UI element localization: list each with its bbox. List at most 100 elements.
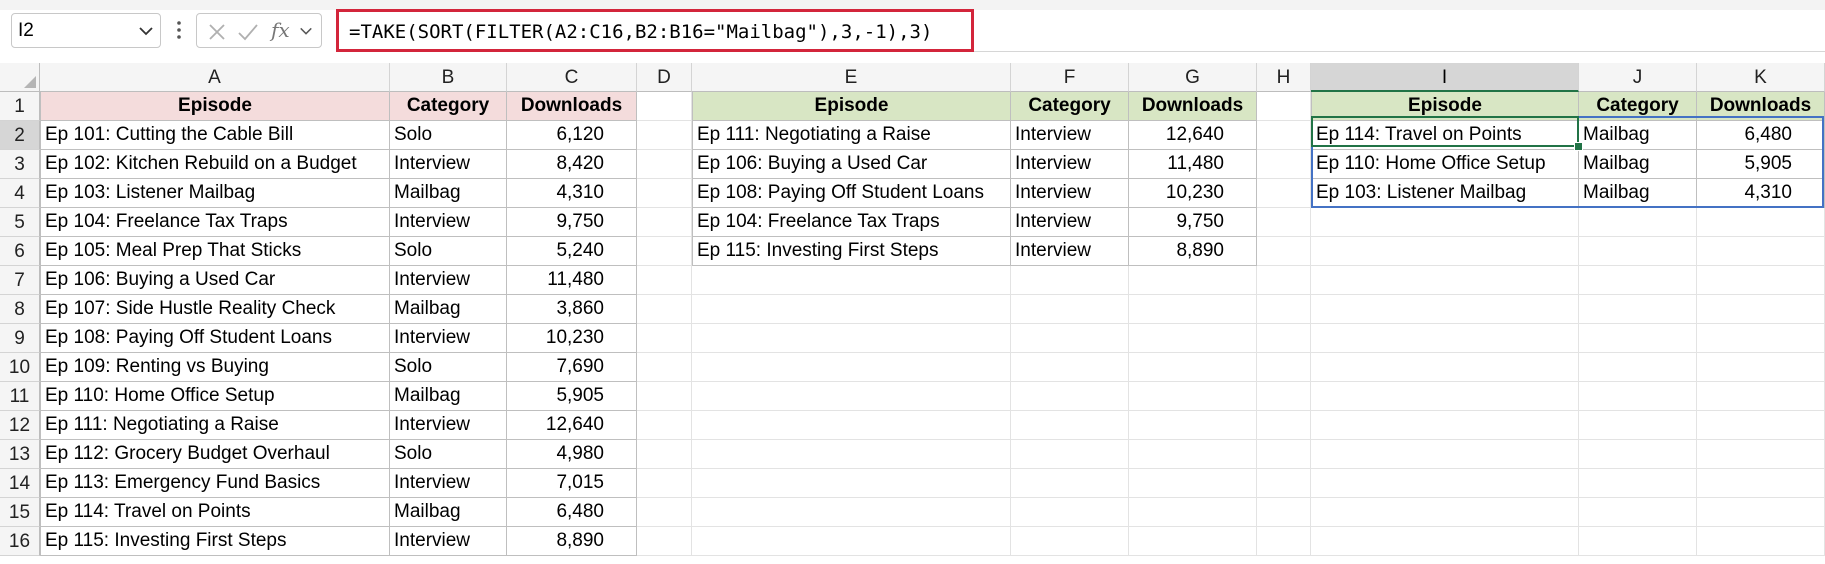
empty-cell[interactable]	[1311, 411, 1579, 440]
table-cell[interactable]: 11,480	[1129, 150, 1257, 179]
empty-cell[interactable]	[692, 440, 1011, 469]
name-box[interactable]: I2	[11, 13, 161, 48]
table-cell[interactable]: Interview	[390, 411, 507, 440]
empty-cell[interactable]	[1697, 295, 1825, 324]
table-cell[interactable]: Mailbag	[390, 179, 507, 208]
empty-cell[interactable]	[1011, 324, 1129, 353]
empty-cell[interactable]	[1311, 237, 1579, 266]
column-header-b[interactable]: B	[390, 63, 507, 92]
empty-cell[interactable]	[1697, 498, 1825, 527]
empty-cell[interactable]	[1011, 527, 1129, 556]
table-cell[interactable]: 10,230	[507, 324, 637, 353]
table-cell[interactable]: Solo	[390, 121, 507, 150]
empty-cell[interactable]	[637, 440, 692, 469]
table-cell[interactable]: Interview	[1011, 150, 1129, 179]
select-all-button[interactable]	[0, 63, 40, 92]
empty-cell[interactable]	[1697, 237, 1825, 266]
table-cell[interactable]: Ep 104: Freelance Tax Traps	[40, 208, 390, 237]
empty-cell[interactable]	[692, 295, 1011, 324]
empty-cell[interactable]	[1697, 353, 1825, 382]
table-cell[interactable]: 12,640	[1129, 121, 1257, 150]
table-header-category[interactable]: Category	[1011, 92, 1129, 121]
empty-cell[interactable]	[1011, 353, 1129, 382]
column-header-f[interactable]: F	[1011, 63, 1129, 92]
formula-input[interactable]: =TAKE(SORT(FILTER(A2:C16,B2:B16="Mailbag…	[336, 9, 974, 52]
empty-cell[interactable]	[1011, 382, 1129, 411]
table-cell[interactable]: 9,750	[1129, 208, 1257, 237]
empty-cell[interactable]	[1311, 208, 1579, 237]
table-cell[interactable]: Mailbag	[390, 295, 507, 324]
table-cell[interactable]: Interview	[390, 266, 507, 295]
row-header-3[interactable]: 3	[0, 150, 40, 179]
table-cell[interactable]: 11,480	[507, 266, 637, 295]
table-cell[interactable]: Interview	[390, 208, 507, 237]
row-header-6[interactable]: 6	[0, 237, 40, 266]
table-cell[interactable]: Ep 115: Investing First Steps	[40, 527, 390, 556]
table-cell[interactable]: Interview	[1011, 121, 1129, 150]
table-cell[interactable]: 6,120	[507, 121, 637, 150]
table-cell[interactable]: Mailbag	[390, 498, 507, 527]
row-header-16[interactable]: 16	[0, 527, 40, 556]
empty-cell[interactable]	[637, 266, 692, 295]
empty-cell[interactable]	[1697, 382, 1825, 411]
empty-cell[interactable]	[1579, 237, 1697, 266]
insert-function-icon[interactable]: fx	[271, 18, 290, 42]
empty-cell[interactable]	[1697, 469, 1825, 498]
empty-cell[interactable]	[1011, 440, 1129, 469]
row-header-1[interactable]: 1	[0, 92, 40, 121]
empty-cell[interactable]	[637, 179, 692, 208]
table-cell[interactable]: Ep 108: Paying Off Student Loans	[692, 179, 1011, 208]
row-header-7[interactable]: 7	[0, 266, 40, 295]
more-options-icon[interactable]	[176, 18, 182, 42]
empty-cell[interactable]	[1011, 498, 1129, 527]
empty-cell[interactable]	[1579, 266, 1697, 295]
row-header-5[interactable]: 5	[0, 208, 40, 237]
empty-cell[interactable]	[1579, 498, 1697, 527]
table-cell[interactable]: 12,640	[507, 411, 637, 440]
table-cell[interactable]: Interview	[390, 324, 507, 353]
empty-cell[interactable]	[1129, 469, 1257, 498]
table-cell[interactable]: Solo	[390, 353, 507, 382]
table-cell[interactable]: Mailbag	[390, 382, 507, 411]
empty-cell[interactable]	[637, 121, 692, 150]
table-header-downloads[interactable]: Downloads	[1129, 92, 1257, 121]
table-cell[interactable]: Interview	[1011, 208, 1129, 237]
table-cell[interactable]: Ep 109: Renting vs Buying	[40, 353, 390, 382]
empty-cell[interactable]	[1129, 498, 1257, 527]
empty-cell[interactable]	[692, 353, 1011, 382]
table-cell[interactable]: Ep 108: Paying Off Student Loans	[40, 324, 390, 353]
table-cell[interactable]: 6,480	[507, 498, 637, 527]
empty-cell[interactable]	[692, 411, 1011, 440]
table-cell[interactable]: Ep 111: Negotiating a Raise	[40, 411, 390, 440]
empty-cell[interactable]	[637, 411, 692, 440]
row-header-11[interactable]: 11	[0, 382, 40, 411]
row-header-2[interactable]: 2	[0, 121, 40, 150]
table-cell[interactable]: 5,905	[507, 382, 637, 411]
empty-cell[interactable]	[1697, 208, 1825, 237]
empty-cell[interactable]	[1129, 527, 1257, 556]
empty-cell[interactable]	[1257, 411, 1311, 440]
row-header-4[interactable]: 4	[0, 179, 40, 208]
column-header-a[interactable]: A	[40, 63, 390, 92]
enter-check-icon[interactable]	[237, 22, 259, 42]
empty-cell[interactable]	[1579, 527, 1697, 556]
empty-cell[interactable]	[1257, 353, 1311, 382]
empty-cell[interactable]	[1311, 353, 1579, 382]
empty-cell[interactable]	[1257, 237, 1311, 266]
table-cell[interactable]: Ep 115: Investing First Steps	[692, 237, 1011, 266]
empty-cell[interactable]	[1311, 295, 1579, 324]
empty-cell[interactable]	[1579, 469, 1697, 498]
table-cell[interactable]: 7,690	[507, 353, 637, 382]
empty-cell[interactable]	[1311, 382, 1579, 411]
table-cell[interactable]: Ep 112: Grocery Budget Overhaul	[40, 440, 390, 469]
empty-cell[interactable]	[692, 382, 1011, 411]
table-cell[interactable]: Ep 103: Listener Mailbag	[40, 179, 390, 208]
empty-cell[interactable]	[1697, 440, 1825, 469]
row-header-15[interactable]: 15	[0, 498, 40, 527]
table-cell[interactable]: Solo	[390, 440, 507, 469]
table-cell[interactable]: Ep 110: Home Office Setup	[40, 382, 390, 411]
empty-cell[interactable]	[637, 237, 692, 266]
empty-cell[interactable]	[1257, 150, 1311, 179]
empty-cell[interactable]	[1257, 324, 1311, 353]
column-header-h[interactable]: H	[1257, 63, 1311, 92]
